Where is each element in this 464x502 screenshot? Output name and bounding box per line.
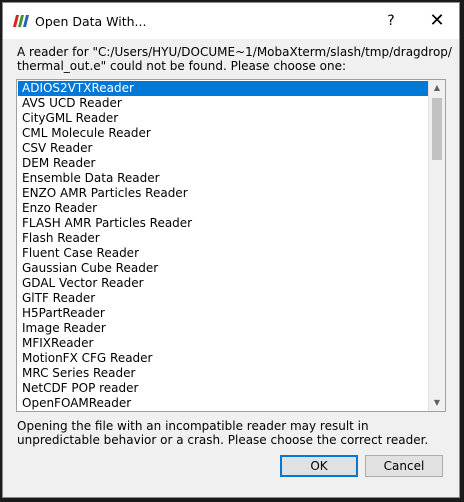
- reader-list-item[interactable]: OpenFOAMReader: [18, 396, 428, 411]
- reader-list-item[interactable]: Flash Reader: [18, 231, 428, 246]
- reader-list-item[interactable]: DEM Reader: [18, 156, 428, 171]
- reader-list-item[interactable]: H5PartReader: [18, 306, 428, 321]
- vertical-scrollbar[interactable]: ▲ ▼: [428, 80, 445, 411]
- dialog-message: A reader for "C:/Users/HYU/DOCUME~1/Moba…: [17, 45, 452, 73]
- paraview-app-icon: [13, 15, 29, 27]
- reader-list-items: ADIOS2VTXReader AVS UCD Reader CityGML Rea…: [18, 81, 428, 411]
- reader-list-item[interactable]: ENZO AMR Particles Reader: [18, 186, 428, 201]
- reader-list-item[interactable]: CML Molecule Reader: [18, 126, 428, 141]
- reader-list[interactable]: ADIOS2VTXReader AVS UCD Reader CityGML Rea…: [16, 79, 446, 412]
- reader-list-item[interactable]: Image Reader: [18, 321, 428, 336]
- reader-list-item[interactable]: FLASH AMR Particles Reader: [18, 216, 428, 231]
- reader-list-item[interactable]: AVS UCD Reader: [18, 96, 428, 111]
- scroll-thumb[interactable]: [432, 98, 442, 160]
- reader-list-item[interactable]: Gaussian Cube Reader: [18, 261, 428, 276]
- ok-button[interactable]: OK: [280, 455, 358, 477]
- scroll-up-arrow-icon[interactable]: ▲: [429, 80, 445, 96]
- reader-list-item[interactable]: NetCDF POP reader: [18, 381, 428, 396]
- title-bar[interactable]: Open Data With... ? ✕: [3, 3, 459, 39]
- help-button[interactable]: ?: [369, 3, 413, 39]
- reader-list-item[interactable]: ADIOS2VTXReader: [18, 81, 428, 96]
- warning-text: Opening the file with an incompatible re…: [17, 419, 429, 447]
- close-button[interactable]: ✕: [415, 3, 459, 39]
- reader-list-item[interactable]: Ensemble Data Reader: [18, 171, 428, 186]
- reader-list-item[interactable]: Fluent Case Reader: [18, 246, 428, 261]
- reader-list-item[interactable]: Enzo Reader: [18, 201, 428, 216]
- reader-list-item[interactable]: MFIXReader: [18, 336, 428, 351]
- window-title: Open Data With...: [35, 14, 147, 29]
- cancel-button[interactable]: Cancel: [365, 455, 443, 477]
- scroll-down-arrow-icon[interactable]: ▼: [429, 395, 445, 411]
- reader-list-item[interactable]: GDAL Vector Reader: [18, 276, 428, 291]
- reader-list-item[interactable]: GlTF Reader: [18, 291, 428, 306]
- open-data-with-dialog: Open Data With... ? ✕ A reader for "C:/U…: [2, 2, 460, 498]
- reader-list-item[interactable]: MotionFX CFG Reader: [18, 351, 428, 366]
- reader-list-item[interactable]: CityGML Reader: [18, 111, 428, 126]
- reader-list-item[interactable]: CSV Reader: [18, 141, 428, 156]
- reader-list-item[interactable]: MRC Series Reader: [18, 366, 428, 381]
